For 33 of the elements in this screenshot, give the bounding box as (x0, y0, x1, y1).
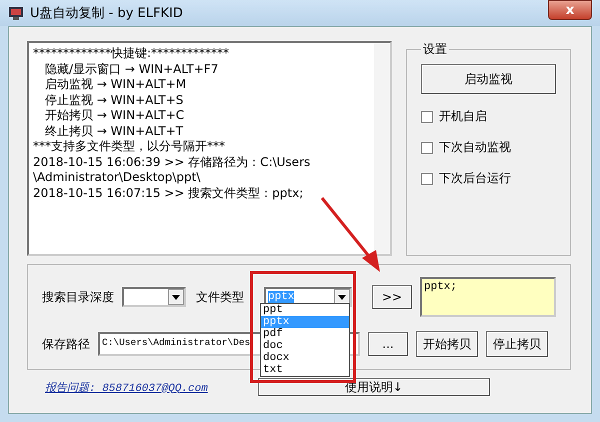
report-link[interactable]: 报告问题: 858716037@QQ.com (45, 380, 208, 394)
log-line: 2018-10-15 16:07:15 >> 搜索文件类型：pptx; (33, 186, 304, 201)
log-line: 隐藏/显示窗口 → WIN+ALT+F7 (44, 62, 220, 77)
start-monitor-button[interactable]: 启动监视 (421, 64, 556, 94)
stop-copy-button[interactable]: 停止拷贝 (486, 331, 548, 357)
monitor-icon (8, 5, 24, 21)
add-type-button[interactable]: >> (372, 285, 412, 309)
caret-icon (172, 294, 180, 300)
depth-dropdown[interactable] (122, 287, 186, 307)
depth-label: 搜索目录深度 (42, 288, 114, 306)
checkbox-label: 下次后台运行 (439, 170, 511, 187)
checkbox-label: 下次自动监视 (439, 139, 511, 156)
log-line: 启动监视 → WIN+ALT+M (44, 77, 188, 92)
type-label: 文件类型 (196, 288, 244, 306)
scrollbar[interactable] (374, 43, 390, 254)
browse-button[interactable]: ... (368, 332, 408, 356)
log-line: 开始拷贝 → WIN+ALT+C (44, 108, 186, 124)
caret-icon (338, 294, 346, 300)
save-path-label: 保存路径 (42, 336, 90, 352)
log-line: ***支持多文件类型，以分号隔开*** (33, 139, 226, 154)
log-line: 2018-10-15 16:06:39 >> 存储路径为：C:\Users (33, 154, 312, 170)
log-line: *************快捷键:************* (33, 46, 230, 62)
checkbox[interactable] (421, 142, 433, 154)
checkbox-label: 开机自启 (439, 108, 487, 125)
checkbox[interactable] (421, 172, 433, 184)
group-title: 设置 (422, 41, 448, 58)
start-copy-button[interactable]: 开始拷贝 (416, 331, 478, 357)
types-box[interactable]: pptx; (420, 277, 556, 317)
window-title: U盘自动复制 - by ELFKID (30, 5, 184, 22)
log-line: 终止拷贝 → WIN+ALT+T (44, 124, 184, 139)
log-line: \Administrator\Desktop\ppt\ (33, 170, 202, 186)
checkbox[interactable] (421, 110, 433, 122)
log-line: 停止监视 → WIN+ALT+S (44, 92, 184, 108)
